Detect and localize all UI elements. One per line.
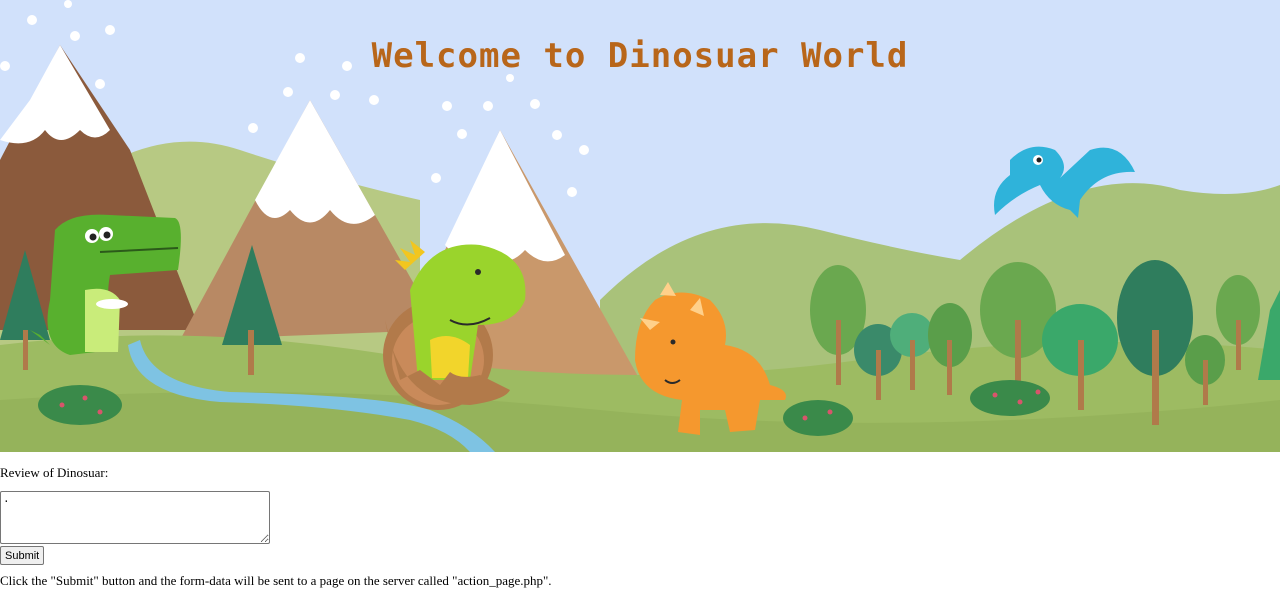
- hero-banner: Welcome to Dinosuar World: [0, 0, 1280, 452]
- page-title: Welcome to Dinosuar World: [371, 36, 909, 76]
- review-label: Review of Dinosuar:: [0, 465, 109, 480]
- submit-button[interactable]: Submit: [0, 546, 45, 565]
- review-form: Review of Dinosuar: . Submit Click the "…: [0, 465, 1280, 588]
- review-textarea[interactable]: .: [0, 491, 270, 544]
- form-instructions: Click the "Submit" button and the form-d…: [0, 573, 552, 588]
